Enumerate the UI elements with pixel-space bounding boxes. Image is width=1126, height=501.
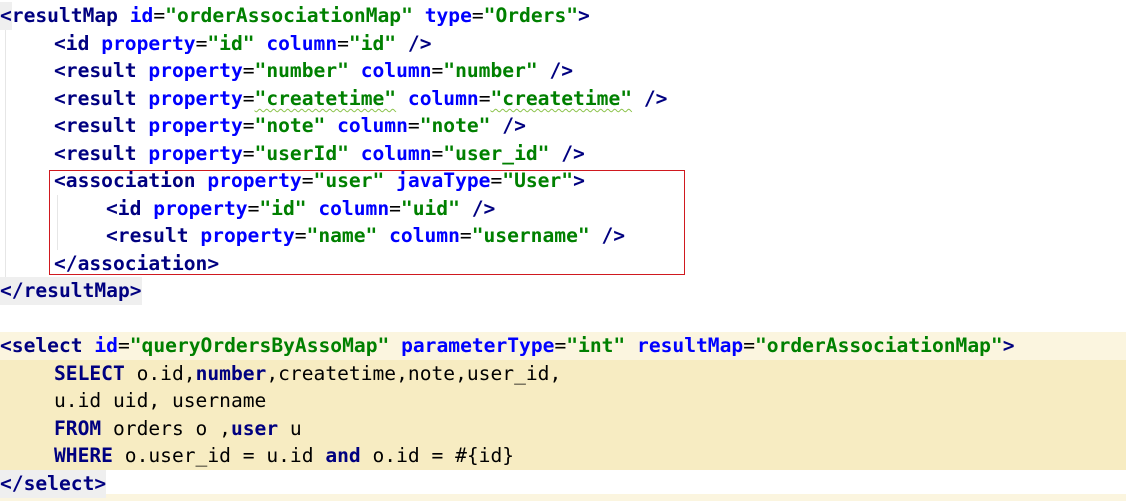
sql-text: ,createtime,note,user_id, xyxy=(266,362,562,385)
code-line-result-number[interactable]: <result property = "number" column = "number… xyxy=(0,57,573,85)
attr-name: resultMap xyxy=(637,334,744,357)
attr-value: "queryOrdersByAssoMap" xyxy=(129,334,390,357)
code-editor[interactable]: < resultMap id = "orderAssociationMap" type… xyxy=(0,0,1126,501)
code-line-sql-where[interactable]: WHERE o.user_id = u.id and o.id = #{id} xyxy=(0,442,514,470)
code-line-resultmap-open[interactable]: < resultMap id = "orderAssociationMap" type… xyxy=(0,2,590,30)
sql-text: orders o , xyxy=(101,417,231,440)
sql-text: u.id uid, username xyxy=(54,389,267,412)
attr-name: property xyxy=(148,142,243,165)
tag-end: /> xyxy=(549,142,585,165)
attr-name: column xyxy=(407,87,479,110)
attr-value: "int" xyxy=(566,334,626,357)
code-line-sql-columns[interactable]: u.id uid, username xyxy=(0,387,266,415)
tag-name: <result xyxy=(54,87,137,110)
tag-bracket: < xyxy=(0,2,12,30)
code-line-id[interactable]: <id property = "id" column = "id" /> xyxy=(0,30,432,58)
code-line-select-close[interactable]: </select> xyxy=(0,470,107,498)
sql-keyword: WHERE xyxy=(54,444,113,467)
tag-end: /> xyxy=(396,32,432,55)
attr-name: id xyxy=(94,334,118,357)
attr-value: "number" xyxy=(443,59,538,82)
attr-name: property xyxy=(148,87,243,110)
attr-name: parameterType xyxy=(401,334,555,357)
tag-name: <result xyxy=(54,59,137,82)
attr-name: column xyxy=(360,59,432,82)
attr-name: column xyxy=(337,114,408,137)
attr-value: "id" xyxy=(207,32,255,55)
attr-value: "createtime" xyxy=(490,87,633,110)
sql-keyword: SELECT xyxy=(54,362,125,385)
code-line-select-open[interactable]: <select id = "queryOrdersByAssoMap" parame… xyxy=(0,332,1015,360)
code-line-sql-select[interactable]: SELECT o.id, number ,createtime,note,user_… xyxy=(0,360,561,388)
tag-name: resultMap xyxy=(11,4,118,27)
attr-name: property xyxy=(148,114,243,137)
code-line-resultmap-close[interactable]: </resultMap> xyxy=(0,277,142,305)
attr-value: "orderAssociationMap" xyxy=(165,4,413,27)
attr-name: column xyxy=(360,142,432,165)
tag-name: <select xyxy=(0,334,83,357)
sql-keyword: number xyxy=(195,362,267,385)
tag-name: <id xyxy=(54,32,90,55)
sql-text: o.user_id = u.id xyxy=(112,444,326,467)
tag-bracket: > xyxy=(578,4,590,27)
tag-name: <result xyxy=(54,114,137,137)
attr-name: property xyxy=(148,59,243,82)
attr-value: "note" xyxy=(254,114,326,137)
code-line-result-userid[interactable]: <result property = "userId" column = "user_i… xyxy=(0,140,585,168)
sql-keyword: FROM xyxy=(54,417,102,440)
attr-value: "number" xyxy=(254,59,349,82)
attr-value: "note" xyxy=(419,114,491,137)
code-line-sql-from[interactable]: FROM orders o , user u xyxy=(0,415,302,443)
code-line-result-note[interactable]: <result property = "note" column = "note" /> xyxy=(0,112,526,140)
attr-value: "createtime" xyxy=(254,87,397,110)
attr-value: "id" xyxy=(348,32,397,55)
attr-name: type xyxy=(424,4,472,27)
attr-name: column xyxy=(266,32,338,55)
attr-name: id xyxy=(129,4,154,27)
attr-value: "Orders" xyxy=(483,4,579,27)
sql-text: o.id, xyxy=(124,362,196,385)
tag-name: </select> xyxy=(0,470,107,498)
attr-value: "userId" xyxy=(254,142,349,165)
sql-text: o.id = #{id} xyxy=(360,444,515,467)
tag-end: /> xyxy=(490,114,526,137)
association-highlight-box xyxy=(49,170,685,275)
attr-value: "orderAssociationMap" xyxy=(755,334,1003,357)
code-line-result-createtime[interactable]: <result property = "createtime" column = "cr… xyxy=(0,85,667,113)
attr-name: property xyxy=(101,32,196,55)
tag-name: <result xyxy=(54,142,137,165)
attr-value: "user_id" xyxy=(443,142,550,165)
sql-text: u xyxy=(278,417,302,440)
sql-block-highlight-bottom xyxy=(0,494,1126,501)
tag-name: </resultMap> xyxy=(0,277,142,305)
tag-end: > xyxy=(1002,334,1015,357)
tag-end: /> xyxy=(537,59,574,82)
sql-keyword: user xyxy=(230,417,279,440)
sql-keyword: and xyxy=(325,444,361,467)
tag-end: /> xyxy=(632,87,668,110)
